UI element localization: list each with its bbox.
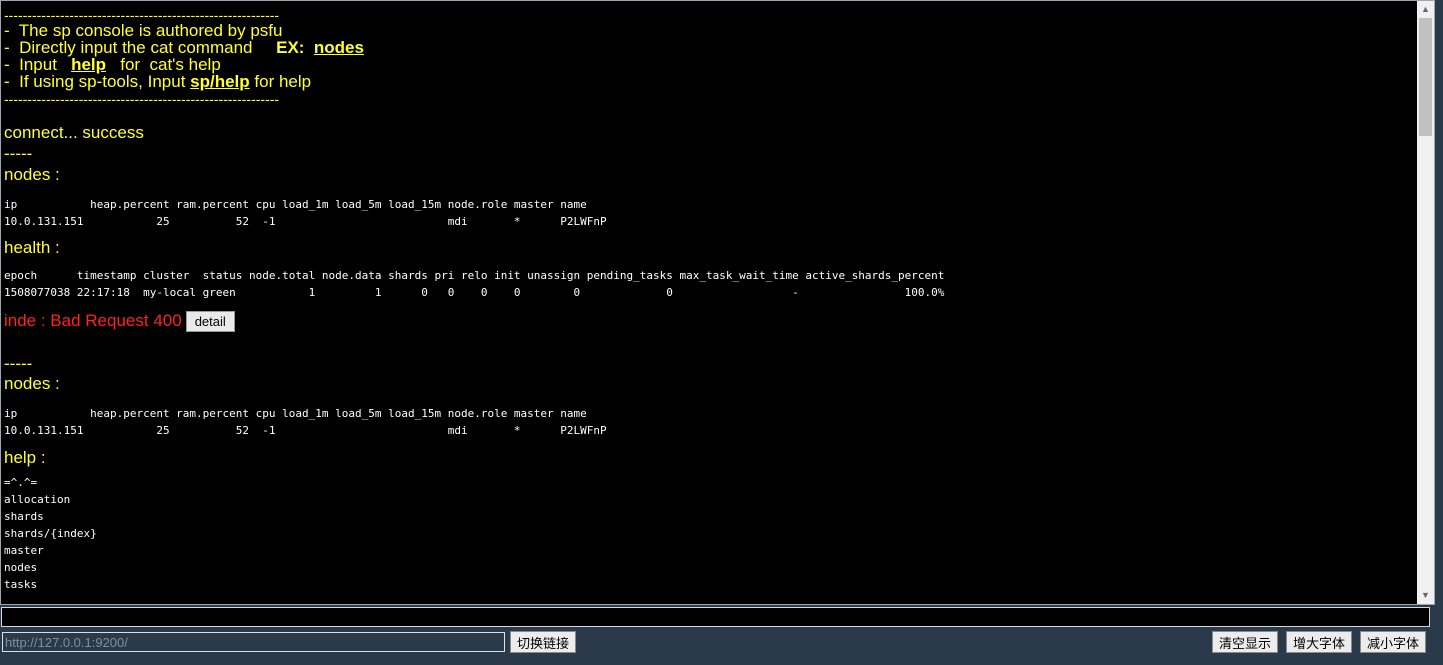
intro-line-1: - The sp console is authored by psfu xyxy=(4,21,283,40)
help-item: allocation xyxy=(4,493,71,507)
error-line: inde : Bad Request 400 detail xyxy=(4,310,1434,333)
scrollbar-thumb[interactable] xyxy=(1419,18,1432,136)
decrease-font-button[interactable]: 减小字体 xyxy=(1360,631,1427,653)
sp-help-link[interactable]: sp/help xyxy=(190,72,250,91)
error-text: inde : Bad Request 400 xyxy=(4,311,182,330)
intro-line-2: - Directly input the cat command EX: nod… xyxy=(4,39,1434,56)
intro-line-4: - If using sp-tools, Input sp/help for h… xyxy=(4,73,1434,90)
separator-bottom: ----------------------------------------… xyxy=(4,91,280,107)
nodes-title: nodes : xyxy=(4,165,60,184)
dash-separator-2: ----- xyxy=(4,354,33,374)
url-input[interactable] xyxy=(2,632,505,652)
separator-top: ----------------------------------------… xyxy=(4,7,280,23)
health-row: 1508077038 22:17:18 my-local green 1 1 0… xyxy=(4,286,945,299)
help-item: shards xyxy=(4,510,44,524)
help-item: tasks xyxy=(4,578,38,592)
scroll-up-icon[interactable]: ▲ xyxy=(1417,1,1434,18)
help-item: master xyxy=(4,544,44,558)
nodes-header-2: ip heap.percent ram.percent cpu load_1m … xyxy=(4,407,587,421)
nodes-link[interactable]: nodes xyxy=(314,38,364,57)
increase-font-button[interactable]: 增大字体 xyxy=(1286,631,1353,653)
help-item: nodes xyxy=(4,561,38,575)
nodes-row-2: 10.0.131.151 25 52 -1 mdi * P2LWFnP xyxy=(4,424,607,438)
help-title: help : xyxy=(4,448,46,468)
connect-status: connect... success xyxy=(4,123,144,142)
nodes-header: ip heap.percent ram.percent cpu load_1m … xyxy=(4,198,587,211)
intro-line-4-rest: for help xyxy=(249,72,312,91)
detail-button[interactable]: detail xyxy=(185,311,235,333)
help-item: =^.^= xyxy=(4,476,38,490)
health-title: health : xyxy=(4,238,60,257)
scroll-down-icon[interactable]: ▼ xyxy=(1417,587,1434,604)
nodes-title-2: nodes : xyxy=(4,374,60,394)
help-list: =^.^= allocation shards shards/{index} m… xyxy=(4,474,1434,593)
dash-separator-1: ----- xyxy=(4,144,33,163)
command-input[interactable] xyxy=(1,607,1430,627)
clear-display-button[interactable]: 清空显示 xyxy=(1212,631,1279,653)
help-item: shards/{index} xyxy=(4,527,97,541)
console-scrollbar[interactable]: ▲ ▼ xyxy=(1417,1,1434,604)
intro-line-4-text: - If using sp-tools, Input xyxy=(4,72,191,91)
ex-label: EX: xyxy=(276,38,314,57)
intro-line-3: - Input help for cat's help xyxy=(4,56,1434,73)
console-output: ----------------------------------------… xyxy=(0,0,1435,605)
switch-link-button[interactable]: 切换链接 xyxy=(510,631,577,653)
health-header: epoch timestamp cluster status node.tota… xyxy=(4,269,945,282)
nodes-row: 10.0.131.151 25 52 -1 mdi * P2LWFnP xyxy=(4,215,607,228)
